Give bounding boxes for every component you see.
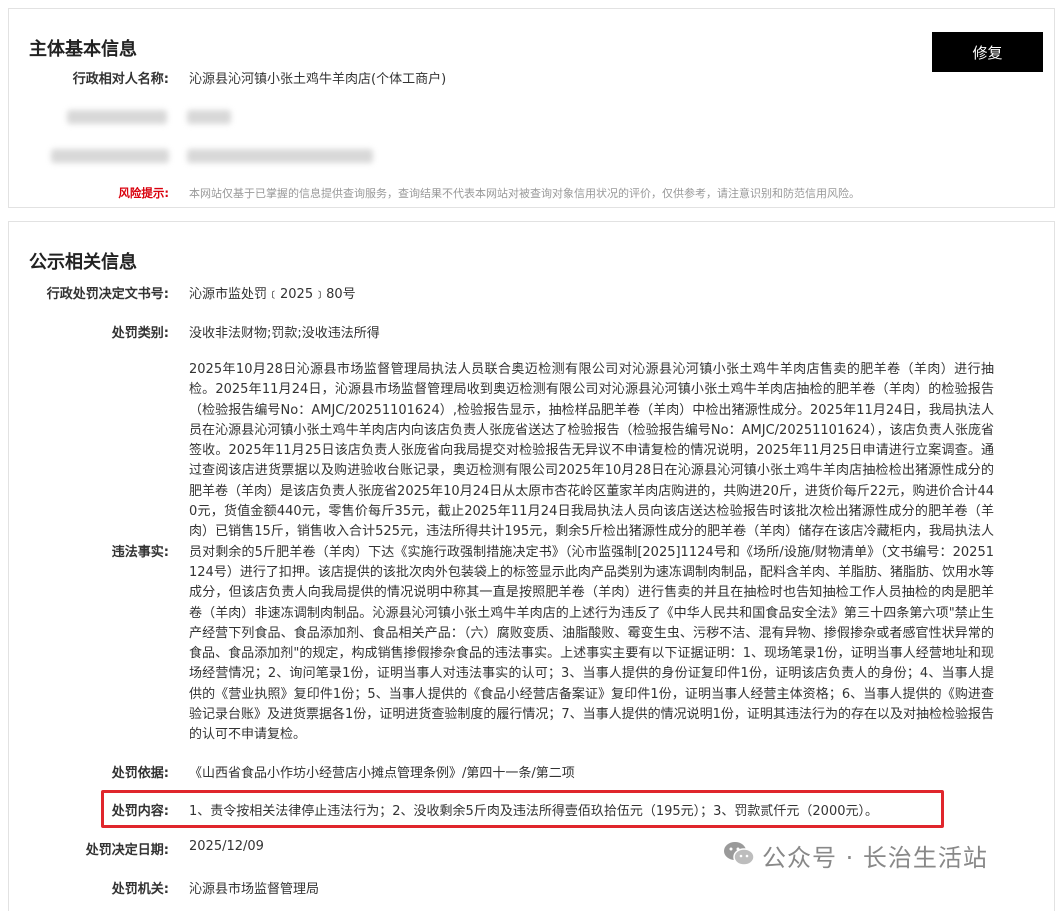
repair-button[interactable]: 修复 <box>932 32 1043 72</box>
facts-text: 2025年10月28日沁源县市场监督管理局执法人员联合奥迈检测有限公司对沁源县沁… <box>189 362 994 743</box>
doc-no-value: 沁源市监处罚﹝2025﹞80号 <box>189 287 356 302</box>
redacted-label-1 <box>67 110 167 124</box>
category-label: 处罚类别: <box>111 326 169 341</box>
date-label: 处罚决定日期: <box>85 843 169 858</box>
risk-label: 风险提示: <box>118 186 169 200</box>
watermark-text: 公众号 · 长治生活站 <box>762 844 988 872</box>
content-value: 1、责令按相关法律停止违法行为；2、没收剩余5斤肉及违法所得壹佰玖拾伍元（195… <box>189 804 878 819</box>
redacted-label-2 <box>51 149 169 163</box>
doc-no-label: 行政处罚决定文书号: <box>46 287 169 302</box>
facts-label: 违法事实: <box>111 545 169 560</box>
subject-name-value: 沁源县沁河镇小张土鸡牛羊肉店(个体工商户) <box>189 72 447 87</box>
publicity-panel: 公示相关信息 行政处罚决定文书号: 沁源市监处罚﹝2025﹞80号 处罚类别: … <box>8 221 1055 911</box>
content-label: 处罚内容: <box>111 804 169 819</box>
redacted-value-1 <box>187 110 231 124</box>
category-value: 没收非法财物;罚款;没收违法所得 <box>189 326 380 341</box>
basis-value: 《山西省食品小作坊小经营店小摊点管理条例》/第四十一条/第二项 <box>189 766 575 781</box>
org-label: 处罚机关: <box>111 882 169 897</box>
wechat-icon <box>724 842 755 866</box>
basic-info-panel: 主体基本信息 行政相对人名称: 沁源县沁河镇小张土鸡牛羊肉店(个体工商户) 风险… <box>8 8 1055 208</box>
basis-label: 处罚依据: <box>111 766 169 781</box>
redacted-value-2 <box>187 149 373 163</box>
date-value: 2025/12/09 <box>189 839 264 854</box>
basic-info-title: 主体基本信息 <box>29 39 137 60</box>
org-value: 沁源县市场监督管理局 <box>189 882 320 897</box>
risk-text: 本网站仅基于已掌握的信息提供查询服务，查询结果不代表本网站对被查询对象信用状况的… <box>189 187 860 200</box>
subject-name-label: 行政相对人名称: <box>72 72 169 87</box>
publicity-title: 公示相关信息 <box>29 252 137 273</box>
